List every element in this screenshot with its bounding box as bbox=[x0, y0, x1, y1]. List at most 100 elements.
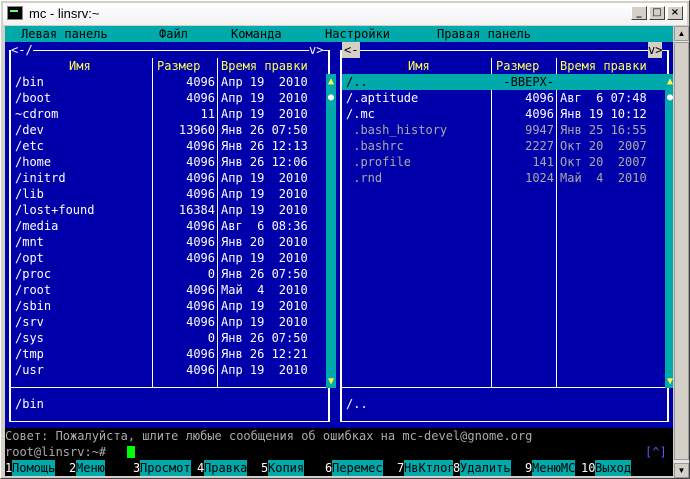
left-panel-history-toggle[interactable]: v> bbox=[309, 42, 324, 58]
fkey-10-button[interactable]: Выход bbox=[595, 460, 632, 476]
close-button[interactable]: × bbox=[667, 6, 683, 20]
right-file-name[interactable]: .profile bbox=[346, 154, 490, 170]
left-file-name[interactable]: /sys bbox=[15, 330, 151, 346]
left-file-name[interactable]: /mnt bbox=[15, 234, 151, 250]
window-scroll-down-icon[interactable]: ▼ bbox=[674, 463, 689, 478]
left-file-name[interactable]: /usr bbox=[15, 362, 151, 378]
left-file-name[interactable]: /etc bbox=[15, 138, 151, 154]
right-scrollbar[interactable] bbox=[665, 74, 673, 387]
left-file-size: 11 bbox=[200, 107, 215, 121]
left-scroll-thumb-icon[interactable]: ● bbox=[326, 92, 336, 104]
fkey-number: 10 bbox=[581, 460, 596, 476]
hint-line: Совет: Пожалуйста, шлите любые сообщения… bbox=[5, 428, 673, 444]
left-file-name[interactable]: /tmp bbox=[15, 346, 151, 362]
left-file-name[interactable]: /lost+found bbox=[15, 202, 151, 218]
window-scrollbar[interactable]: ▲ ▼ bbox=[674, 26, 689, 478]
left-file-name[interactable]: /bin bbox=[15, 74, 151, 90]
mc-menubar: Левая панель Файл Команда Настройки Прав… bbox=[5, 26, 673, 42]
left-file-time: Янв 26 07:50 bbox=[221, 267, 308, 281]
right-file-size: 9947 bbox=[525, 123, 554, 137]
fkey-9-button[interactable]: МенюMC bbox=[532, 460, 576, 476]
left-header-name[interactable]: Имя bbox=[69, 58, 91, 74]
left-file-size: 4096 bbox=[186, 283, 215, 297]
left-scroll-down-icon[interactable]: ▼ bbox=[326, 376, 336, 388]
terminal-app-icon bbox=[7, 6, 23, 20]
left-file-size: 4096 bbox=[186, 235, 215, 249]
left-file-name[interactable]: /srv bbox=[15, 314, 151, 330]
left-file-time: Апр 19 2010 bbox=[221, 315, 308, 329]
window-scroll-up-icon[interactable]: ▲ bbox=[674, 26, 689, 41]
right-file-name[interactable]: /.. bbox=[346, 74, 490, 90]
right-file-name[interactable]: .rnd bbox=[346, 170, 490, 186]
menu-right-panel[interactable]: Правая панель bbox=[437, 26, 531, 42]
menu-file[interactable]: Файл bbox=[159, 26, 188, 42]
window-title: mc - linsrv:~ bbox=[29, 6, 100, 21]
right-file-size: 1024 bbox=[525, 171, 554, 185]
left-scroll-up-icon[interactable]: ▲ bbox=[326, 76, 336, 88]
right-file-name[interactable]: .bashrc bbox=[346, 138, 490, 154]
left-file-name[interactable]: /proc bbox=[15, 266, 151, 282]
left-file-size: 4096 bbox=[186, 315, 215, 329]
right-scroll-up-icon[interactable]: ▲ bbox=[665, 76, 673, 88]
left-file-size: 13960 bbox=[178, 123, 215, 137]
menu-command[interactable]: Команда bbox=[231, 26, 282, 42]
right-header-name[interactable]: Имя bbox=[408, 58, 430, 74]
left-file-name[interactable]: /home bbox=[15, 154, 151, 170]
left-file-size: 4096 bbox=[186, 155, 215, 169]
prompt-tag[interactable]: [^] bbox=[645, 444, 667, 460]
right-panel-path[interactable]: <- bbox=[342, 42, 361, 58]
fkey-3-button[interactable]: Просмот bbox=[140, 460, 191, 476]
fkey-8-button[interactable]: Удалить bbox=[460, 460, 511, 476]
fkey-2-button[interactable]: Меню bbox=[76, 460, 105, 476]
fkey-4-button[interactable]: Правка bbox=[204, 460, 248, 476]
left-header-size[interactable]: Размер bbox=[157, 58, 200, 74]
left-file-name[interactable]: /root bbox=[15, 282, 151, 298]
menu-options[interactable]: Настройки bbox=[325, 26, 390, 42]
left-file-name[interactable]: /opt bbox=[15, 250, 151, 266]
left-file-name[interactable]: /dev bbox=[15, 122, 151, 138]
left-file-size: 0 bbox=[207, 267, 215, 281]
right-scroll-thumb-icon[interactable]: ● bbox=[665, 92, 673, 104]
title-bar[interactable]: mc - linsrv:~ _ □ × bbox=[3, 3, 687, 25]
fkey-5-button[interactable]: Копия bbox=[268, 460, 305, 476]
terminal-window: mc - linsrv:~ _ □ × Левая панель Файл Ко… bbox=[0, 0, 690, 479]
window-scroll-thumb[interactable] bbox=[674, 42, 689, 460]
left-file-time: Янв 26 12:06 bbox=[221, 155, 308, 169]
left-file-time: Янв 26 07:50 bbox=[221, 331, 308, 345]
left-file-name[interactable]: /sbin bbox=[15, 298, 151, 314]
right-header-size[interactable]: Размер bbox=[496, 58, 539, 74]
right-file-time: Май 4 2010 bbox=[560, 171, 647, 185]
right-scroll-down-icon[interactable]: ▼ bbox=[665, 376, 673, 388]
fkey-1-button[interactable]: Помощь bbox=[12, 460, 56, 476]
left-scrollbar[interactable] bbox=[326, 74, 336, 387]
right-panel-history-toggle[interactable]: v> bbox=[648, 42, 663, 58]
fkey-6-button[interactable]: Перемес bbox=[332, 460, 383, 476]
maximize-button[interactable]: □ bbox=[649, 6, 665, 20]
left-file-name[interactable]: /boot bbox=[15, 90, 151, 106]
right-file-name[interactable]: /.aptitude bbox=[346, 90, 490, 106]
right-file-name[interactable]: /.mc bbox=[346, 106, 490, 122]
left-panel-path[interactable]: <-/ bbox=[11, 42, 33, 58]
right-header-time[interactable]: Время правки bbox=[560, 58, 647, 74]
left-file-time: Янв 26 12:13 bbox=[221, 139, 308, 153]
right-file-name[interactable]: .bash_history bbox=[346, 122, 490, 138]
left-file-name[interactable]: /media bbox=[15, 218, 151, 234]
left-file-size: 4096 bbox=[186, 171, 215, 185]
left-panel[interactable]: <-/ v> Имя Размер Время правки /bin 4096 А… bbox=[5, 42, 336, 444]
fkey-7-button[interactable]: НвКтлог bbox=[404, 460, 455, 476]
terminal-screen[interactable]: Левая панель Файл Команда Настройки Прав… bbox=[5, 26, 673, 476]
left-file-size: 4096 bbox=[186, 363, 215, 377]
left-file-name[interactable]: /lib bbox=[15, 186, 151, 202]
left-file-time: Апр 19 2010 bbox=[221, 251, 308, 265]
left-file-name[interactable]: /initrd bbox=[15, 170, 151, 186]
right-mini-status: /.. bbox=[346, 397, 368, 411]
right-panel[interactable]: <- v> Имя Размер Время правки /.. -ВВЕРХ-… bbox=[336, 42, 673, 444]
right-file-size: 4096 bbox=[525, 91, 554, 105]
minimize-button[interactable]: _ bbox=[631, 6, 647, 20]
menu-left-panel[interactable]: Левая панель bbox=[21, 26, 108, 42]
right-file-time bbox=[560, 74, 664, 90]
command-line[interactable]: root@linsrv:~# [^] bbox=[5, 444, 673, 460]
left-file-time: Апр 19 2010 bbox=[221, 91, 308, 105]
left-header-time[interactable]: Время правки bbox=[221, 58, 308, 74]
left-file-name[interactable]: ~cdrom bbox=[15, 106, 151, 122]
